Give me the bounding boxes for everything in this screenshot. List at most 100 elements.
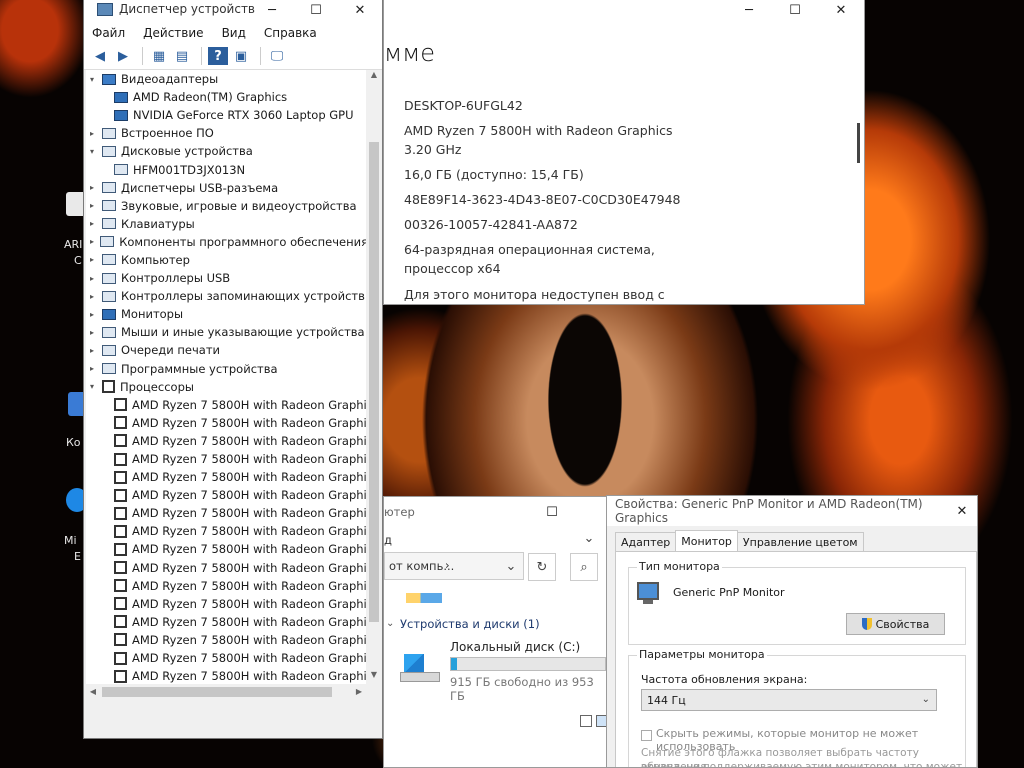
forward-arrow-icon[interactable]: ▶ <box>113 47 133 65</box>
monitor-properties-dialog: Свойства: Generic PnP Monitor и AMD Rade… <box>606 495 978 768</box>
tab-color-management[interactable]: Управление цветом <box>736 532 864 552</box>
cpu-icon <box>114 542 127 556</box>
tree-category[interactable]: ▸ Компоненты программного обеспечения <box>86 233 368 251</box>
minimize-button[interactable]: ─ <box>726 0 772 25</box>
tree-device[interactable]: AMD Ryzen 7 5800H with Radeon Graphics <box>86 667 368 684</box>
toolbar-separator <box>260 47 261 65</box>
expand-arrow-icon[interactable]: ▸ <box>90 310 100 319</box>
scan-hardware-monitor-icon[interactable]: 🖵 <box>267 47 287 65</box>
tree-device[interactable]: AMD Ryzen 7 5800H with Radeon Graphics <box>86 540 368 558</box>
menu-file[interactable]: Файл <box>92 26 125 40</box>
refresh-rate-select[interactable]: 144 Гц ⌄ <box>641 689 937 711</box>
menu-help[interactable]: Справка <box>264 26 317 40</box>
device-tree[interactable]: ▾ Видеоадаптеры AMD Radeon(TM) Graphics NVI… <box>86 70 368 684</box>
maximize-button[interactable]: ☐ <box>294 0 338 25</box>
close-button[interactable]: ✕ <box>338 0 382 25</box>
help-icon[interactable]: ? <box>208 47 228 65</box>
collapse-arrow-icon[interactable]: ▾ <box>90 382 100 391</box>
back-arrow-icon[interactable]: ◀ <box>90 47 110 65</box>
tree-device[interactable]: AMD Ryzen 7 5800H with Radeon Graphics <box>86 432 368 450</box>
tree-device[interactable]: AMD Ryzen 7 5800H with Radeon Graphics <box>86 450 368 468</box>
properties-grid-icon[interactable]: ▦ <box>149 47 169 65</box>
view-panel-icon[interactable]: ▣ <box>231 47 251 65</box>
tree-device[interactable]: AMD Ryzen 7 5800H with Radeon Graphics <box>86 522 368 540</box>
tree-device[interactable]: AMD Ryzen 7 5800H with Radeon Graphics <box>86 396 368 414</box>
expand-arrow-icon[interactable]: ▸ <box>90 364 100 373</box>
expand-arrow-icon[interactable]: ▸ <box>90 183 100 192</box>
expand-arrow-icon[interactable]: ▸ <box>90 255 100 264</box>
tree-category[interactable]: ▾ Видеоадаптеры <box>86 70 368 88</box>
monitor-properties-button[interactable]: Свойства <box>846 613 945 635</box>
tree-device[interactable]: AMD Ryzen 7 5800H with Radeon Graphics <box>86 468 368 486</box>
drive-name[interactable]: Локальный диск (C:) <box>450 640 580 654</box>
tree-category[interactable]: ▸ Мониторы <box>86 305 368 323</box>
tree-category[interactable]: ▸ Контроллеры запоминающих устройств <box>86 287 368 305</box>
tree-category[interactable]: ▸ Очереди печати <box>86 341 368 359</box>
expand-arrow-icon[interactable]: ▸ <box>90 237 98 246</box>
tree-category[interactable]: ▸ Звуковые, игровые и видеоустройства <box>86 197 368 215</box>
expand-arrow-icon[interactable]: ▸ <box>90 129 100 138</box>
tree-device[interactable]: AMD Ryzen 7 5800H with Radeon Graphics <box>86 559 368 577</box>
collapse-arrow-icon[interactable]: ▾ <box>90 147 100 156</box>
scroll-up-icon[interactable]: ▲ <box>366 70 382 84</box>
drive-icon[interactable] <box>400 654 440 684</box>
chevron-down-icon[interactable]: ⌄ <box>386 618 394 629</box>
hide-modes-checkbox[interactable] <box>641 730 652 741</box>
scroll-thumb[interactable] <box>369 142 379 622</box>
collapse-arrow-icon[interactable]: ▾ <box>90 75 100 84</box>
tree-category[interactable]: ▾ Процессоры <box>86 378 368 396</box>
tree-device[interactable]: HFM001TD3JX013N <box>86 160 368 178</box>
refresh-icon[interactable]: ↻ <box>528 553 556 581</box>
expand-arrow-icon[interactable]: ▸ <box>90 346 100 355</box>
scroll-down-icon[interactable]: ▼ <box>366 670 382 684</box>
devices-section-header[interactable]: Устройства и диски (1) <box>400 617 540 631</box>
expand-arrow-icon[interactable]: ▸ <box>90 274 100 283</box>
minimize-button[interactable]: ─ <box>250 0 294 25</box>
scroll-thumb[interactable] <box>102 687 332 697</box>
tree-device[interactable]: AMD Radeon(TM) Graphics <box>86 88 368 106</box>
tree-device[interactable]: AMD Ryzen 7 5800H with Radeon Graphics <box>86 649 368 667</box>
tree-category[interactable]: ▸ Компьютер <box>86 251 368 269</box>
tree-device[interactable]: AMD Ryzen 7 5800H with Radeon Graphics <box>86 577 368 595</box>
tree-category[interactable]: ▸ Диспетчеры USB-разъема <box>86 179 368 197</box>
display-adapter-icon <box>114 91 128 103</box>
tree-device[interactable]: NVIDIA GeForce RTX 3060 Laptop GPU <box>86 106 368 124</box>
scroll-left-icon[interactable]: ◀ <box>86 684 100 700</box>
maximize-button[interactable]: ☐ <box>772 0 818 25</box>
tree-device[interactable]: AMD Ryzen 7 5800H with Radeon Graphics <box>86 631 368 649</box>
tree-device[interactable]: AMD Ryzen 7 5800H with Radeon Graphics <box>86 504 368 522</box>
tree-category[interactable]: ▾ Дисковые устройства <box>86 142 368 160</box>
tab-monitor[interactable]: Монитор <box>675 530 738 552</box>
scroll-right-icon[interactable]: ▶ <box>352 684 366 700</box>
tree-category[interactable]: ▸ Клавиатуры <box>86 215 368 233</box>
tab-adapter[interactable]: Адаптер <box>615 532 677 552</box>
maximize-button[interactable]: ☐ <box>529 497 575 527</box>
tree-category[interactable]: ▸ Встроенное ПО <box>86 124 368 142</box>
close-button[interactable]: ✕ <box>818 0 864 25</box>
vertical-scrollbar[interactable]: ▲ ▼ <box>366 70 382 684</box>
tree-category[interactable]: ▸ Программные устройства <box>86 360 368 378</box>
sound-icon <box>102 200 116 212</box>
address-dropdown-icon[interactable]: ⌄ <box>498 553 524 579</box>
close-button[interactable]: ✕ <box>947 496 977 526</box>
menu-action[interactable]: Действие <box>143 26 203 40</box>
expand-arrow-icon[interactable]: ▸ <box>90 201 100 210</box>
tree-device[interactable]: AMD Ryzen 7 5800H with Radeon Graphics <box>86 613 368 631</box>
menu-view[interactable]: Вид <box>222 26 246 40</box>
tree-device[interactable]: AMD Ryzen 7 5800H with Radeon Graphics <box>86 414 368 432</box>
expand-arrow-icon[interactable]: ▸ <box>90 219 100 228</box>
search-icon[interactable]: ⌕ <box>570 553 598 581</box>
expand-arrow-icon[interactable]: ▸ <box>90 292 100 301</box>
view-toggle-icon[interactable] <box>580 715 592 727</box>
ribbon-tab[interactable]: д <box>384 533 392 547</box>
tree-device[interactable]: AMD Ryzen 7 5800H with Radeon Graphics <box>86 486 368 504</box>
horizontal-scrollbar[interactable]: ◀ ▶ <box>86 684 368 700</box>
scrollbar[interactable] <box>857 123 860 163</box>
tree-category[interactable]: ▸ Мыши и иные указывающие устройства <box>86 323 368 341</box>
document-icon[interactable]: ▤ <box>172 47 192 65</box>
chevron-down-icon[interactable]: ⌄ <box>576 525 602 551</box>
expand-arrow-icon[interactable]: ▸ <box>90 328 100 337</box>
tree-device[interactable]: AMD Ryzen 7 5800H with Radeon Graphics <box>86 595 368 613</box>
tree-category[interactable]: ▸ Контроллеры USB <box>86 269 368 287</box>
window-title: ютер <box>384 505 415 519</box>
